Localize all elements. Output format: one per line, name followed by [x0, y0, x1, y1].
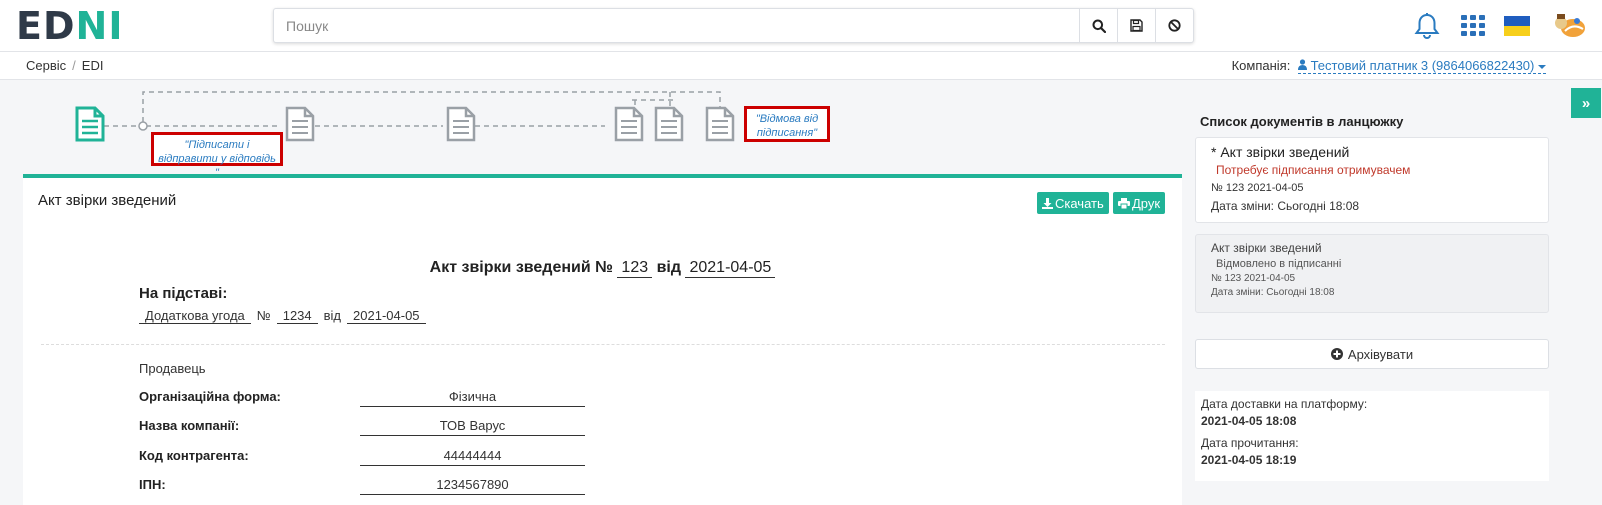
archive-button[interactable]: Архівувати: [1195, 339, 1549, 369]
chain-document-number: № 123 2021-04-05: [1211, 273, 1296, 284]
basis-date: 2021-04-05: [347, 308, 426, 324]
chain-document-status: Потребує підписання отримувачем: [1216, 163, 1411, 177]
notifications-button[interactable]: [1413, 12, 1441, 40]
logo-text-left: ED: [16, 4, 76, 48]
language-selector[interactable]: [1503, 12, 1531, 40]
document-number: 123: [617, 259, 653, 278]
document-icon[interactable]: [705, 106, 735, 142]
archive-label: Архівувати: [1347, 346, 1414, 362]
search-icon: [1092, 19, 1106, 33]
company-name: Тестовий платник 3 (9864066822430): [1310, 58, 1535, 73]
logo-text-right: NI: [75, 4, 124, 48]
user-icon: [1297, 59, 1307, 70]
download-button[interactable]: Скачать: [1037, 192, 1109, 214]
chain-document-status: Відмовлено в підписанні: [1216, 258, 1342, 270]
read-date-label: Дата прочитання:: [1201, 436, 1299, 450]
document-icon[interactable]: [285, 106, 315, 142]
basis-document: Додаткова угода: [139, 308, 251, 324]
active-document-icon[interactable]: [75, 106, 105, 142]
edin-logo[interactable]: ED NI: [16, 4, 124, 48]
basis-from-label: від: [323, 308, 342, 323]
breadcrumb-item-service[interactable]: Сервіс: [26, 58, 66, 73]
document-icon[interactable]: [446, 106, 476, 142]
company-dropdown[interactable]: Тестовий платник 3 (9864066822430): [1297, 58, 1546, 74]
bell-icon: [1414, 13, 1440, 39]
delivery-date-label: Дата доставки на платформу:: [1201, 397, 1368, 411]
chain-document-title: * Акт звірки зведений: [1211, 144, 1350, 160]
grid-icon: [1461, 15, 1485, 36]
chain-documents-title: Список документів в ланцюжку: [1200, 114, 1404, 129]
print-label: Друк: [1132, 195, 1161, 211]
breadcrumb-bar: Сервіс / EDI Компанія: Тестовий платник 3 …: [0, 52, 1602, 80]
document-date: 2021-04-05: [685, 259, 776, 278]
top-bar: ED NI: [0, 0, 1602, 52]
ban-icon: [1168, 19, 1181, 32]
user-avatar[interactable]: [1551, 12, 1587, 40]
company-label: Компанія:: [1231, 58, 1291, 73]
print-button[interactable]: Друк: [1113, 192, 1166, 214]
document-card: Акт звірки зведений Скачать Друк Акт зві…: [23, 174, 1182, 505]
print-icon: [1118, 197, 1130, 209]
chain-document-number: № 123 2021-04-05: [1211, 182, 1304, 194]
caret-down-icon: [1538, 65, 1546, 69]
chain-document-changed: Дата зміни: Сьогодні 18:08: [1211, 199, 1360, 213]
seller-label: Продавець: [139, 361, 206, 376]
avatar-icon: [1555, 14, 1585, 37]
plus-circle-icon: [1330, 348, 1343, 360]
callout-sign-and-reply: "Підписати і відправити у відповідь ": [151, 132, 283, 179]
document-header-title: Акт звірки зведений: [38, 192, 177, 209]
document-date-prefix: від: [656, 259, 682, 276]
field-value-counterparty-code: 44444444: [360, 448, 585, 466]
field-label-counterparty-code: Код контрагента:: [139, 448, 249, 463]
apps-grid-button[interactable]: [1459, 12, 1487, 40]
basis-number-label: №: [256, 308, 271, 323]
field-value-company-name: ТОВ Варус: [360, 418, 585, 436]
breadcrumb: Сервіс / EDI: [26, 58, 103, 73]
search-button[interactable]: [1079, 9, 1117, 42]
field-label-tax-id: ІПН:: [139, 477, 166, 492]
search-bar: [273, 8, 1194, 43]
basis-row: Додаткова угода № 1234 від 2021-04-05: [139, 308, 426, 324]
download-label: Скачать: [1055, 195, 1104, 211]
document-chain-diagram: "Підписати і відправити у відповідь " "В…: [0, 80, 1190, 179]
document-dates: Дата доставки на платформу: 2021-04-05 1…: [1195, 391, 1549, 481]
field-value-org-form: Фізична: [360, 389, 585, 407]
document-title: Акт звірки зведений № 123 від 2021-04-05: [23, 259, 1182, 278]
basis-number: 1234: [276, 308, 318, 324]
download-icon: [1042, 197, 1053, 209]
basis-label: На підставі:: [139, 285, 228, 302]
read-date-value: 2021-04-05 18:19: [1201, 453, 1297, 467]
ukraine-flag-icon: [1504, 16, 1530, 36]
save-search-button[interactable]: [1117, 9, 1155, 42]
document-icon[interactable]: [654, 106, 684, 142]
chain-document-item[interactable]: Акт звірки зведений Відмовлено в підписа…: [1195, 234, 1549, 313]
floppy-disk-icon: [1130, 19, 1143, 32]
field-value-tax-id: 1234567890: [360, 477, 585, 495]
search-input[interactable]: [274, 9, 1079, 42]
section-divider: [41, 344, 1165, 345]
breadcrumb-item-edi[interactable]: EDI: [82, 58, 104, 73]
side-panel-toggle[interactable]: »: [1571, 88, 1601, 118]
field-label-company-name: Назва компанії:: [139, 418, 240, 433]
chain-document-title: Акт звірки зведений: [1211, 241, 1322, 255]
document-title-text: Акт звірки зведений №: [429, 259, 613, 276]
document-icon[interactable]: [614, 106, 644, 142]
field-label-org-form: Організаційна форма:: [139, 389, 281, 404]
delivery-date-value: 2021-04-05 18:08: [1201, 414, 1297, 428]
callout-reject-signing: "Відмова від підписання": [744, 106, 830, 142]
clear-search-button[interactable]: [1155, 9, 1193, 42]
company-selector: Компанія: Тестовий платник 3 (9864066822…: [1231, 58, 1546, 74]
chain-document-changed: Дата зміни: Сьогодні 18:08: [1211, 287, 1335, 298]
chain-document-item-active[interactable]: * Акт звірки зведений Потребує підписанн…: [1195, 137, 1549, 223]
breadcrumb-separator: /: [72, 58, 76, 73]
